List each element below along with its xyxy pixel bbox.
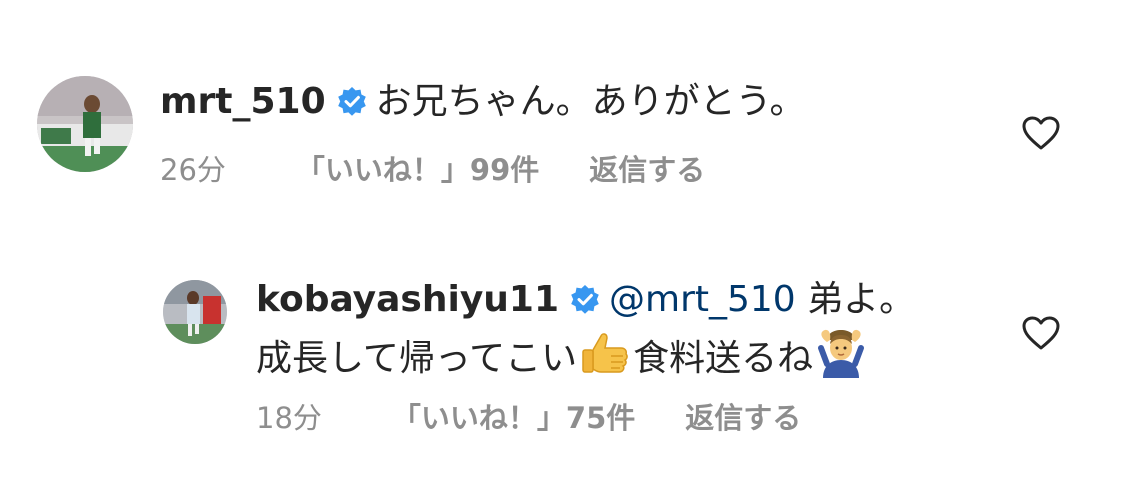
comment-text: 成長して帰ってこい [256,338,578,379]
username[interactable]: mrt_510 [160,81,326,122]
verified-badge-icon [569,283,601,327]
likes-count-button[interactable]: 「いいね！」99件 [296,152,539,188]
comment-time[interactable]: 18分 [256,400,322,436]
comment-text-line: mrt_510 お兄ちゃん。ありがとう。 [160,80,805,129]
comment-item: kobayashiyu11 @mrt_510 弟よ。 成長して帰ってこい 食料送るね… [0,260,1125,460]
comment-meta: 26分 「いいね！」99件 返信する [160,152,705,188]
comment-meta: 18分 「いいね！」75件 返信する [256,400,801,436]
comment-text-line: kobayashiyu11 @mrt_510 弟よ。 [256,278,915,327]
avatar-image [163,280,227,344]
avatar[interactable] [163,280,227,344]
thumbs-up-icon [579,330,631,389]
avatar[interactable] [37,76,133,172]
reply-button[interactable]: 返信する [589,152,705,188]
verified-badge-icon [336,85,368,129]
username[interactable]: kobayashiyu11 [256,279,559,320]
comment-item: mrt_510 お兄ちゃん。ありがとう。 26分 「いいね！」99件 返信する [0,0,1125,200]
comment-time[interactable]: 26分 [160,152,226,188]
like-heart-icon[interactable] [1021,315,1061,351]
comment-text-line-2: 成長して帰ってこい 食料送るね [256,328,869,389]
reply-button[interactable]: 返信する [685,400,801,436]
comment-text: 食料送るね [633,338,814,379]
comment-text: お兄ちゃん。ありがとう。 [375,81,806,122]
like-heart-icon[interactable] [1021,115,1061,151]
comment-text: 弟よ。 [807,279,916,320]
person-gesturing-ok-icon [815,328,867,389]
avatar-image [37,76,133,172]
likes-count-button[interactable]: 「いいね！」75件 [392,400,635,436]
mention-link[interactable]: @mrt_510 [609,279,796,320]
